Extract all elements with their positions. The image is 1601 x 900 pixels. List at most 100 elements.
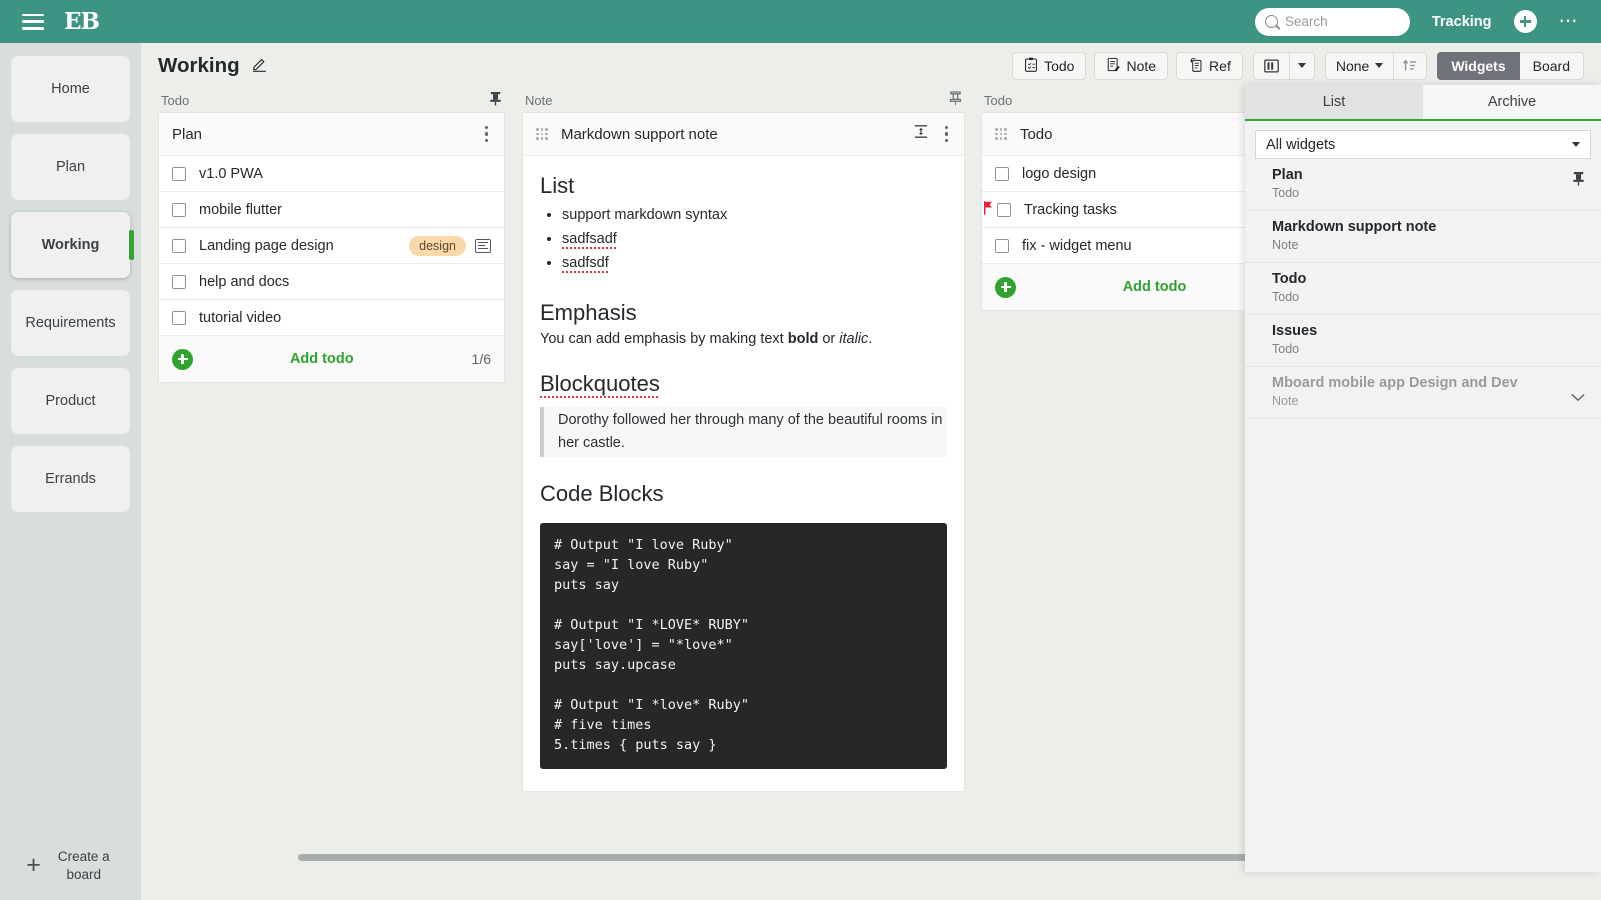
sidebar-item-label: Requirements [25, 314, 116, 331]
emphasis-text-pre: You can add emphasis by making text [540, 330, 788, 347]
column-layout-icon[interactable] [1252, 51, 1290, 80]
widget-type: Todo [1272, 186, 1300, 200]
widget-filter-value: All widgets [1266, 136, 1336, 153]
todo-label: Landing page design [199, 237, 334, 254]
todo-label: help and docs [199, 273, 290, 290]
group-by-button[interactable]: None [1324, 51, 1395, 80]
sidebar-item-plan[interactable]: Plan [11, 134, 130, 200]
emphasis-text-post: . [868, 330, 873, 347]
widget-type: Todo [1272, 342, 1300, 356]
pin-icon[interactable] [489, 91, 502, 109]
add-todo-label[interactable]: Add todo [172, 351, 472, 367]
chevron-down-icon [1572, 142, 1580, 147]
add-icon[interactable] [1513, 10, 1537, 33]
kebab-menu-icon[interactable] [942, 123, 951, 145]
chevron-down-icon [1375, 63, 1384, 68]
create-board-button[interactable]: + Create a board [0, 848, 141, 884]
todo-row[interactable]: mobile flutter [159, 192, 504, 228]
misspelled-word: sadfsadf [562, 230, 617, 249]
panel-tabs: List Archive [1245, 85, 1601, 121]
todo-checkbox[interactable] [995, 166, 1009, 181]
add-todo-widget-button[interactable]: Todo [1012, 51, 1087, 80]
todo-checkbox[interactable] [172, 310, 186, 325]
sidebar: Home Plan Working Requirements Product E… [0, 43, 141, 900]
view-mode-widgets[interactable]: Widgets [1437, 51, 1520, 80]
pin-icon[interactable] [1572, 167, 1585, 191]
card-header: Plan [159, 113, 504, 156]
tab-list[interactable]: List [1245, 85, 1423, 119]
todo-row[interactable]: help and docs [159, 264, 504, 300]
widget-card-note: Markdown support note List support markd… [522, 112, 965, 792]
todo-checkbox[interactable] [172, 202, 186, 217]
group-by-label: None [1335, 57, 1370, 74]
widget-name: Markdown support note [1272, 219, 1437, 235]
widget-list-item-mboard-mobile-app[interactable]: Mboard mobile app Design and Dev Note [1245, 367, 1601, 419]
widget-name: Todo [1272, 271, 1307, 287]
ellipsis-icon[interactable]: ⋯ [1559, 12, 1580, 31]
flag-icon[interactable] [984, 200, 993, 219]
column-header-label: Note [525, 92, 553, 108]
add-todo-row: Add todo 1/6 [159, 336, 504, 382]
emphasis-italic: italic [839, 330, 869, 347]
note-list: support markdown syntax sadfsadf sadfsdf [562, 204, 947, 276]
tracking-button[interactable]: Tracking [1432, 14, 1492, 30]
sidebar-item-product[interactable]: Product [11, 368, 130, 434]
pencil-icon[interactable] [251, 55, 268, 77]
sidebar-item-errands[interactable]: Errands [11, 446, 130, 512]
add-note-widget-button[interactable]: Note [1094, 51, 1169, 80]
sort-ascending-icon[interactable] [1394, 51, 1428, 80]
widgets-panel: List Archive All widgets Plan Todo Markd… [1245, 85, 1601, 872]
chevron-expand-icon[interactable] [1571, 375, 1585, 407]
emphasis-text-mid: or [818, 330, 840, 347]
note-list-item: sadfsadf [562, 228, 947, 252]
fit-height-icon[interactable] [914, 124, 928, 144]
todo-row[interactable]: tutorial video [159, 300, 504, 336]
column-note: Note Markdown support note List • suppor… [522, 88, 965, 792]
note-content[interactable]: List support markdown syntax sadfsadf sa… [523, 156, 964, 791]
add-circle-icon[interactable] [995, 276, 1016, 298]
todo-row[interactable]: Landing page design design [159, 228, 504, 264]
layout-caret-icon[interactable] [1289, 51, 1315, 80]
widget-name: Mboard mobile app Design and Dev [1272, 375, 1518, 391]
todo-checkbox[interactable] [172, 166, 186, 181]
note-heading-emphasis: Emphasis [540, 299, 637, 325]
add-circle-icon[interactable] [172, 348, 193, 370]
column-plan: Todo Plan v1.0 PWA mobile flutter Landin… [158, 88, 505, 383]
drag-handle-icon[interactable] [995, 128, 1007, 140]
reference-copy-icon [1188, 57, 1203, 75]
todo-checkbox[interactable] [995, 238, 1009, 253]
widget-filter-select[interactable]: All widgets [1255, 130, 1591, 159]
drag-handle-icon[interactable] [536, 128, 548, 140]
view-mode-board[interactable]: Board [1519, 51, 1584, 80]
layout-selector [1252, 51, 1315, 80]
todo-checkbox[interactable] [172, 274, 186, 289]
widget-list-item-todo[interactable]: Todo Todo [1245, 263, 1601, 315]
widget-list-item-markdown-support-note[interactable]: Markdown support note Note [1245, 211, 1601, 263]
note-attachment-icon[interactable] [475, 238, 491, 253]
todo-row[interactable]: v1.0 PWA [159, 156, 504, 192]
todo-checkbox[interactable] [172, 238, 186, 253]
widget-card-plan: Plan v1.0 PWA mobile flutter Landing pag… [158, 112, 505, 383]
add-note-widget-label: Note [1126, 57, 1157, 74]
search-icon [1264, 15, 1278, 28]
misspelled-word: sadfsdf [562, 254, 609, 273]
widget-list-item-issues[interactable]: Issues Todo [1245, 315, 1601, 367]
tab-archive[interactable]: Archive [1423, 85, 1601, 119]
widget-list-item-plan[interactable]: Plan Todo [1245, 159, 1601, 211]
search-input[interactable] [1284, 14, 1400, 29]
sidebar-item-home[interactable]: Home [11, 56, 130, 122]
todo-checkbox[interactable] [997, 202, 1011, 217]
add-ref-widget-label: Ref [1209, 57, 1231, 74]
sidebar-item-requirements[interactable]: Requirements [11, 290, 130, 356]
add-ref-widget-button[interactable]: Ref [1176, 51, 1243, 80]
sidebar-item-label: Plan [55, 158, 86, 175]
pin-icon[interactable] [949, 91, 962, 109]
hamburger-icon[interactable] [22, 13, 44, 30]
todo-label: Tracking tasks [1024, 201, 1117, 218]
sidebar-item-working[interactable]: Working [11, 212, 134, 278]
search-box[interactable] [1254, 7, 1410, 36]
card-title: Plan [172, 125, 203, 143]
sidebar-item-label: Home [51, 80, 90, 97]
kebab-menu-icon[interactable] [482, 123, 491, 145]
todo-tag[interactable]: design [409, 235, 466, 256]
